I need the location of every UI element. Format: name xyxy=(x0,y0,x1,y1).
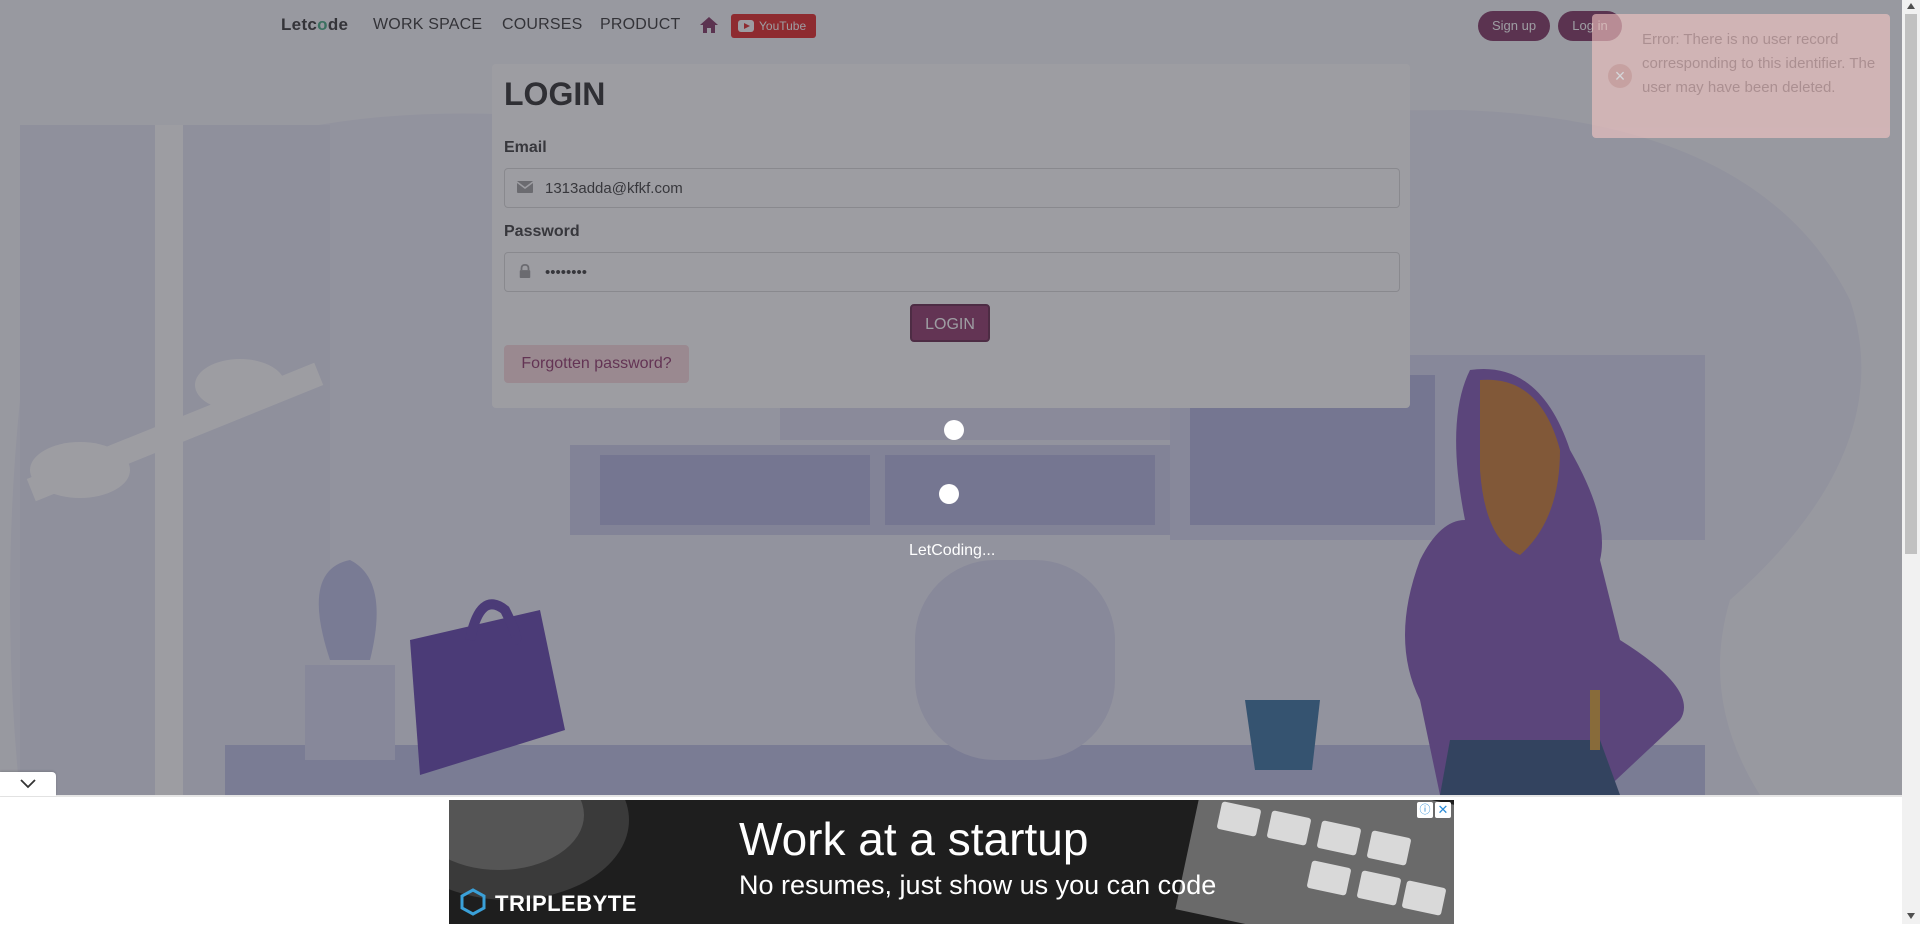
scrollbar[interactable] xyxy=(1902,0,1920,924)
ad-info-icon[interactable]: ⓘ xyxy=(1417,802,1433,818)
ad-subline: No resumes, just show us you can code xyxy=(739,870,1217,900)
triplebyte-logo-icon xyxy=(460,888,486,916)
chevron-down-icon xyxy=(20,779,36,789)
loader-dot-bottom xyxy=(939,484,959,504)
loader-dot-top xyxy=(944,420,964,440)
ad-collapse-button[interactable] xyxy=(0,772,56,796)
error-message: Error: There is no user record correspon… xyxy=(1642,31,1876,96)
scroll-up-icon[interactable] xyxy=(1907,3,1915,9)
ad-headline: Work at a startup xyxy=(739,813,1089,865)
ad-banner[interactable]: Work at a startup No resumes, just show … xyxy=(449,800,1454,924)
loading-text: LetCoding... xyxy=(909,542,996,559)
scrollbar-thumb[interactable] xyxy=(1905,14,1917,554)
ad-brand-text: TRIPLEBYTE xyxy=(495,891,637,916)
close-icon[interactable]: × xyxy=(1608,64,1632,88)
error-toast: × Error: There is no user record corresp… xyxy=(1592,14,1890,138)
scroll-down-icon[interactable] xyxy=(1907,913,1915,919)
ad-close-icon[interactable]: ✕ xyxy=(1435,802,1451,818)
